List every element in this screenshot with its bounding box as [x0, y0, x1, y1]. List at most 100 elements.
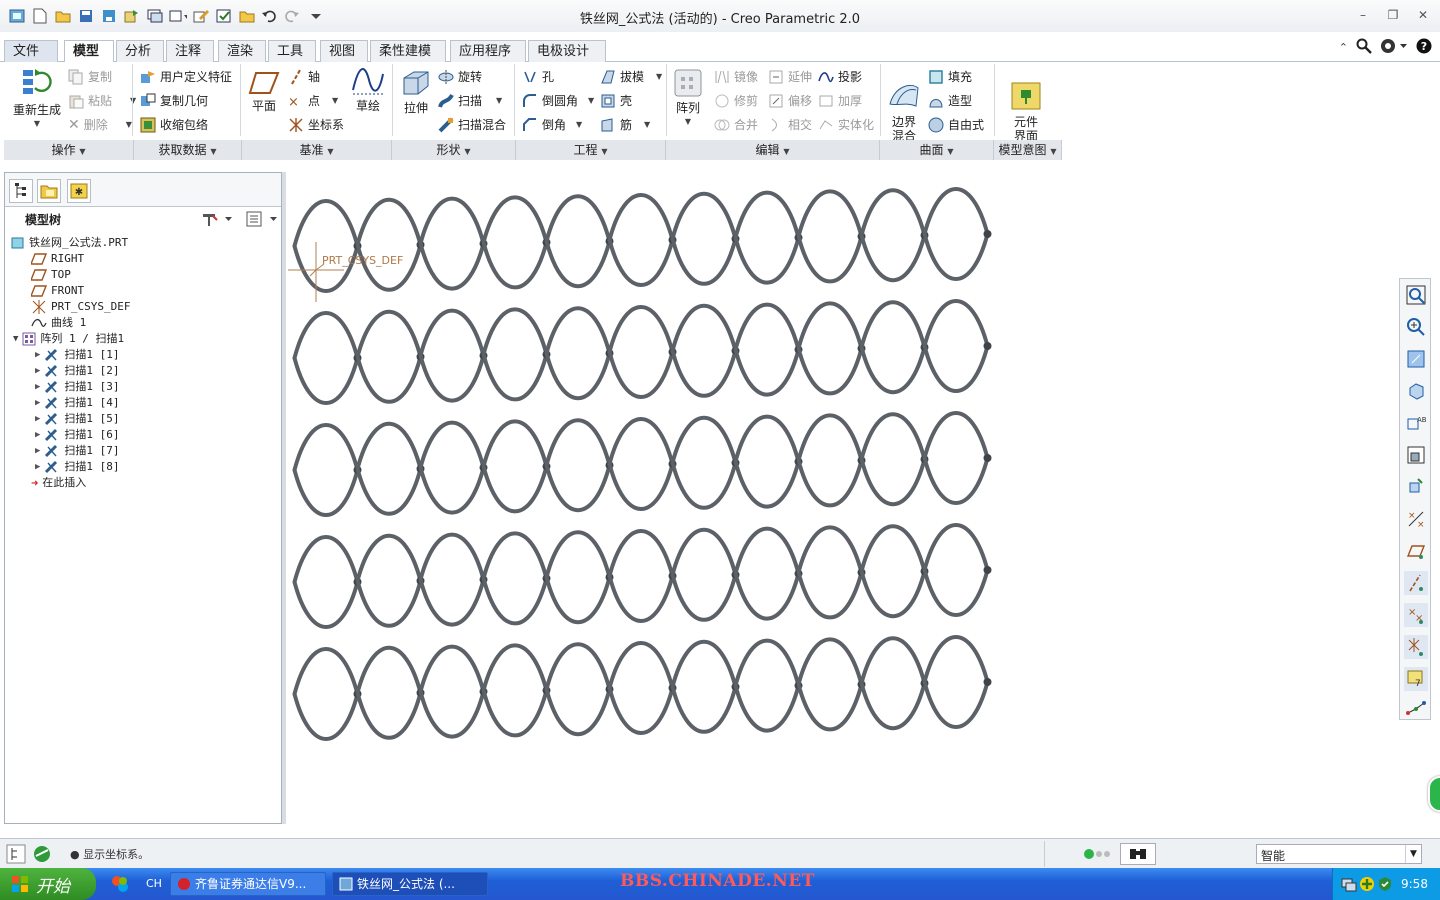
tab-flexible-modeling[interactable]: 柔性建模 — [370, 40, 446, 62]
taskbar-item-creo[interactable]: 铁丝网_公式法 (... — [332, 872, 488, 896]
expand-arrow-icon[interactable]: ▶ — [35, 427, 40, 443]
tree-item-sweep[interactable]: ▶ 扫描1 [5] — [35, 411, 120, 427]
group-shapes[interactable]: 形状 ▼ — [392, 140, 516, 160]
plane-display-icon[interactable] — [1404, 539, 1428, 563]
sketch-button[interactable]: 草绘 — [348, 68, 388, 113]
group-surfaces[interactable]: 曲面 ▼ — [880, 140, 994, 160]
shrinkwrap-button[interactable]: 收缩包络 — [140, 116, 208, 133]
minimize-icon[interactable]: – — [1356, 8, 1370, 22]
tree-item-sweep[interactable]: ▶ 扫描1 [6] — [35, 427, 120, 443]
community-icon[interactable] — [1380, 38, 1408, 57]
round-button[interactable]: 倒圆角 ▼ — [522, 92, 594, 109]
refit-icon[interactable] — [1404, 283, 1428, 307]
spin-center-icon[interactable] — [1404, 697, 1428, 721]
group-operations[interactable]: 操作 ▼ — [4, 140, 134, 160]
tree-item-right[interactable]: RIGHT — [31, 251, 84, 267]
copy-geometry-button[interactable]: 复制几何 — [140, 92, 208, 109]
project-button[interactable]: 投影 — [818, 68, 862, 85]
regenerate-button[interactable]: 重新生成 ▼ — [8, 66, 66, 131]
tree-columns-icon[interactable] — [245, 210, 281, 231]
taskbar-item-trading[interactable]: 齐鲁证券通达信V9... — [170, 872, 326, 896]
tree-item-csys[interactable]: PRT_CSYS_DEF — [31, 299, 130, 315]
tab-tools[interactable]: 工具 — [268, 40, 316, 62]
zoom-out-icon[interactable] — [1404, 347, 1428, 371]
pattern-button[interactable]: 阵列 ▼ — [670, 68, 706, 129]
expand-arrow-icon[interactable]: ▶ — [35, 443, 40, 459]
tree-item-sweep[interactable]: ▶ 扫描1 [2] — [35, 363, 120, 379]
revolve-button[interactable]: 旋转 — [438, 68, 482, 85]
repaint-icon[interactable] — [1404, 379, 1428, 403]
intersect-button[interactable]: 相交 — [768, 116, 812, 133]
sweep-button[interactable]: 扫描 ▼ — [438, 92, 502, 109]
tree-item-sweep[interactable]: ▶ 扫描1 [4] — [35, 395, 120, 411]
folder-browser-tab-icon[interactable] — [37, 179, 61, 203]
zoom-in-icon[interactable] — [1404, 315, 1428, 339]
thicken-button[interactable]: 加厚 — [818, 92, 862, 109]
paste-button[interactable]: 粘贴 ▼ — [68, 92, 136, 109]
point-display-icon[interactable]: × × — [1404, 603, 1428, 627]
delete-button[interactable]: ✕ 删除 ▼ — [68, 116, 132, 133]
favorites-tab-icon[interactable]: ✱ — [67, 179, 91, 203]
group-editing[interactable]: 编辑 ▼ — [666, 140, 880, 160]
tree-item-sweep[interactable]: ▶ 扫描1 [7] — [35, 443, 120, 459]
expand-arrow-icon[interactable]: ▶ — [35, 363, 40, 379]
expand-arrow-icon[interactable]: ▶ — [35, 379, 40, 395]
freestyle-button[interactable]: 自由式 — [928, 116, 984, 133]
start-button[interactable]: 开始 — [0, 868, 96, 900]
network-icon[interactable] — [1341, 876, 1357, 895]
selection-filter-dropdown[interactable]: 智能 ▼ — [1256, 844, 1422, 864]
close-icon[interactable]: ✕ — [1416, 8, 1430, 22]
collapse-arrow-icon[interactable]: ▼ — [13, 331, 18, 347]
expand-arrow-icon[interactable]: ▶ — [35, 459, 40, 475]
tab-model[interactable]: 模型 — [64, 40, 114, 63]
tree-item-pattern[interactable]: ▼ 阵列 1 / 扫描1 — [13, 331, 124, 347]
hole-button[interactable]: 孔 — [522, 68, 554, 85]
tab-render[interactable]: 渲染 — [218, 40, 266, 62]
csys-button[interactable]: 坐标系 — [288, 116, 344, 133]
tree-item-curve[interactable]: 曲线 1 — [31, 315, 86, 331]
tree-item-insert-here[interactable]: ➜ 在此插入 — [31, 475, 86, 491]
side-handle-icon[interactable] — [1428, 776, 1440, 812]
tab-file[interactable]: 文件 ▼ — [4, 40, 58, 79]
copy-button[interactable]: 复制 — [68, 68, 112, 85]
model-tree-tab-icon[interactable] — [9, 179, 33, 203]
extrude-button[interactable]: 拉伸 — [398, 68, 434, 115]
tree-item-part[interactable]: 铁丝网_公式法.PRT — [11, 235, 128, 251]
group-model-intent[interactable]: 模型意图 ▼ — [994, 140, 1062, 160]
tab-applications[interactable]: 应用程序 — [450, 40, 526, 62]
tree-item-front[interactable]: FRONT — [31, 283, 84, 299]
tree-item-sweep[interactable]: ▶ 扫描1 [8] — [35, 459, 120, 475]
expand-arrow-icon[interactable]: ▶ — [35, 411, 40, 427]
tree-item-sweep[interactable]: ▶ 扫描1 [1] — [35, 347, 120, 363]
extend-button[interactable]: 延伸 — [768, 68, 812, 85]
toggle-browser-icon[interactable] — [32, 844, 52, 867]
expand-arrow-icon[interactable]: ▶ — [35, 395, 40, 411]
solidify-button[interactable]: 实体化 — [818, 116, 874, 133]
trim-button[interactable]: 修剪 — [714, 92, 758, 109]
offset-button[interactable]: 偏移 — [768, 92, 812, 109]
annotation-display-icon[interactable]: 7 — [1404, 667, 1428, 691]
point-button[interactable]: × 点 ▼ — [288, 92, 338, 109]
view-manager-icon[interactable] — [1404, 443, 1428, 467]
saved-orientations-icon[interactable]: AB — [1404, 411, 1428, 435]
datum-display-icon[interactable]: × × — [1404, 507, 1428, 531]
tree-item-top[interactable]: TOP — [31, 267, 71, 283]
rib-button[interactable]: 筋 ▼ — [600, 116, 650, 133]
expand-arrow-icon[interactable]: ▶ — [35, 347, 40, 363]
udf-button[interactable]: 用户定义特征 — [140, 68, 232, 85]
csys-display-icon[interactable] — [1404, 635, 1428, 659]
plane-button[interactable]: 平面 — [246, 70, 282, 113]
group-get-data[interactable]: 获取数据 ▼ — [134, 140, 242, 160]
draft-button[interactable]: 拔模 ▼ — [600, 68, 662, 85]
group-engineering[interactable]: 工程 ▼ — [516, 140, 666, 160]
tree-settings-icon[interactable] — [201, 210, 237, 231]
tab-view[interactable]: 视图 — [320, 40, 368, 62]
tab-analysis[interactable]: 分析 — [116, 40, 164, 62]
merge-button[interactable]: 合并 — [714, 116, 758, 133]
chamfer-button[interactable]: 倒角 ▼ — [522, 116, 582, 133]
graphics-window[interactable]: PRT_CSYS_DEF — [286, 172, 1396, 832]
tree-item-sweep[interactable]: ▶ 扫描1 [3] — [35, 379, 120, 395]
quick-launch-icon[interactable] — [110, 874, 130, 897]
display-style-icon[interactable] — [1404, 475, 1428, 499]
group-datum[interactable]: 基准 ▼ — [242, 140, 392, 160]
